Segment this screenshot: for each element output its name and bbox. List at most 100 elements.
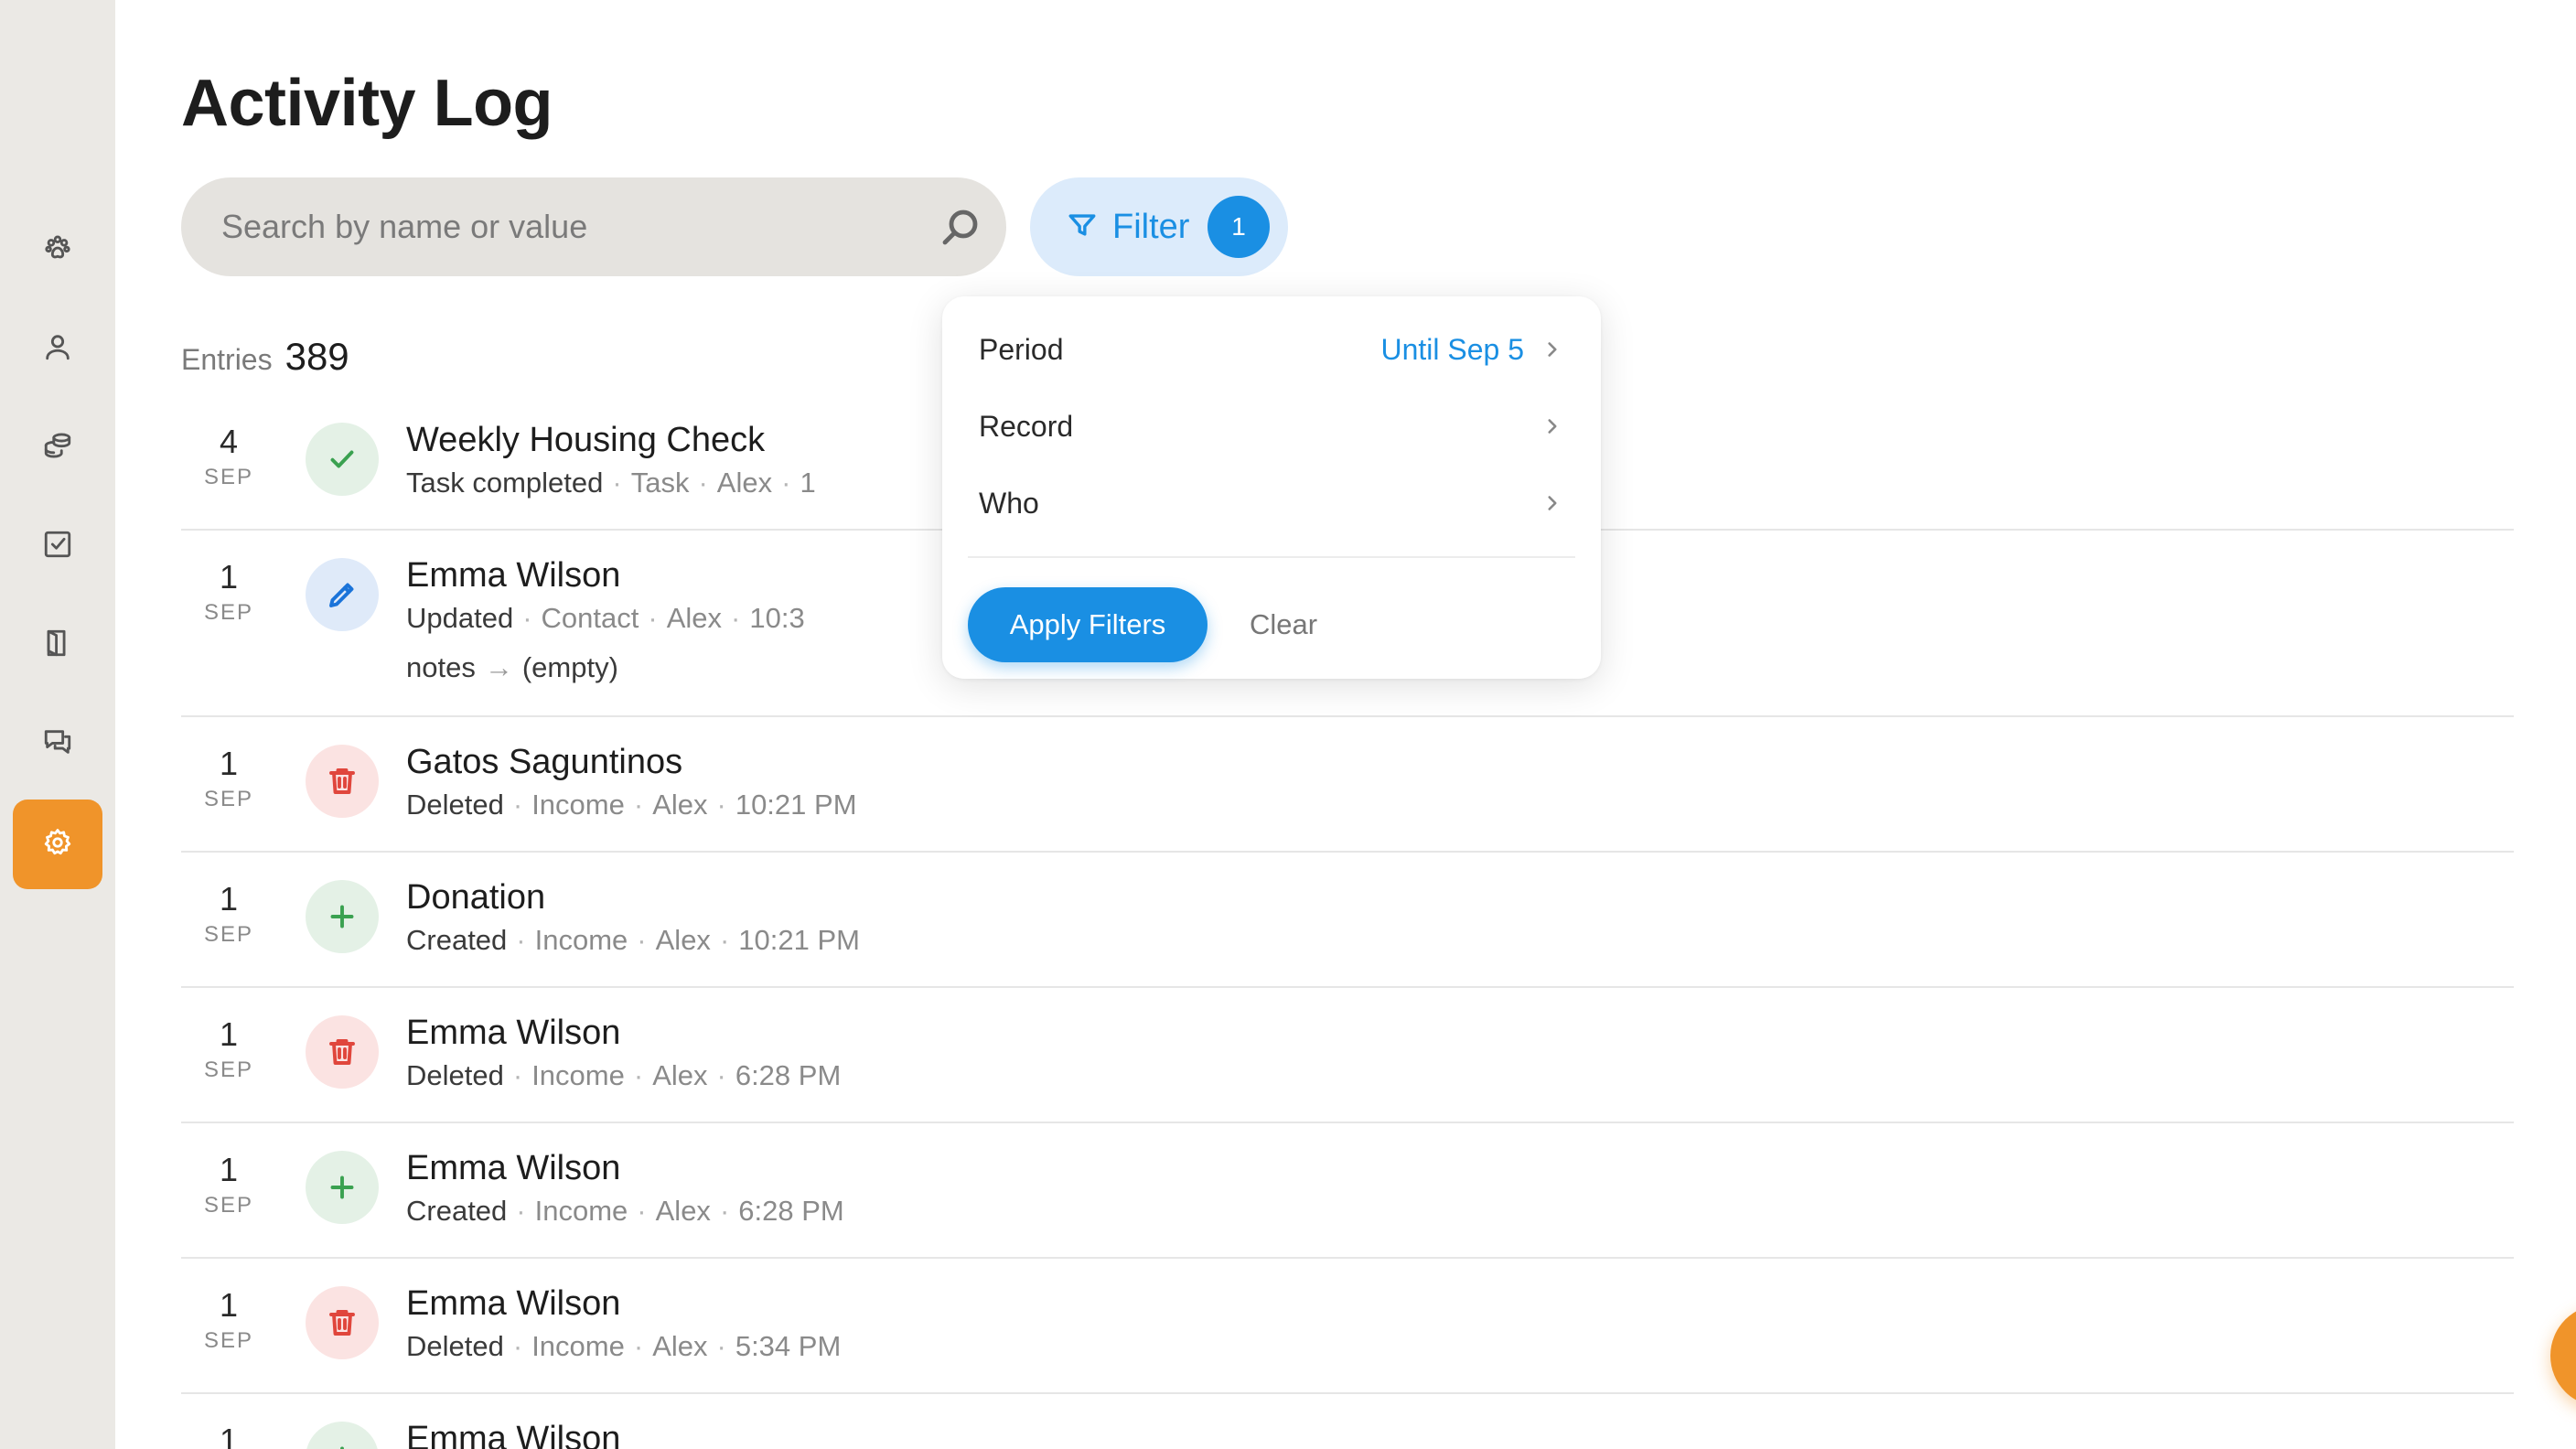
gear-icon [42,827,73,863]
page-title: Activity Log [181,67,553,140]
change-field: notes [406,651,476,683]
apply-filters-button[interactable]: Apply Filters [968,587,1208,662]
entry-title: Emma Wilson [406,1284,621,1323]
list-item[interactable]: 1 Emma Wilson [181,1394,2514,1449]
entry-date: 1 SEP [181,1286,276,1354]
filter-popover: Period Until Sep 5 Record Who Apply Filt… [942,296,1601,679]
entry-action: Created [406,1195,508,1227]
search-icon[interactable] [939,205,982,249]
entry-title: Donation [406,878,546,917]
list-item[interactable]: 1 SEP Gatos Saguntinos Deleted · Income · Al… [181,717,2514,853]
entry-user: Alex [652,789,708,821]
entry-type: Income [534,1195,628,1227]
arrow-right-icon: → [484,651,513,683]
filter-who-row[interactable]: Who [979,476,1564,531]
change-value: (empty) [521,651,618,683]
period-value: Until Sep 5 [1380,332,1524,366]
entry-action: Deleted [406,789,504,821]
entry-action: Deleted [406,1330,504,1362]
date-month: SEP [203,787,254,811]
entry-title: Gatos Saguntinos [406,743,683,781]
entry-action: Updated [406,602,514,634]
date-day: 1 [219,745,239,782]
entry-type: Task [630,467,690,499]
entries-value: 389 [284,335,349,378]
period-label: Period [979,332,1064,366]
entry-meta: Task completed · Task · Alex · 1 [406,467,816,499]
funnel-icon [1067,209,1098,245]
list-item[interactable]: 1 SEP Emma Wilson Deleted · Income · Alex · 5:… [181,1259,2514,1394]
entry-user: Alex [655,924,711,956]
sidebar-item-tasks[interactable] [13,501,102,591]
chat-icon [42,726,73,762]
chevron-right-icon [1540,338,1564,361]
entry-type: Income [531,1330,625,1362]
entry-meta: Deleted · Income · Alex · 6:28 PM [406,1059,842,1091]
entry-user: Alex [655,1195,711,1227]
entry-title: Weekly Housing Check [406,421,766,459]
entry-date: 1 SEP [181,880,276,948]
sidebar [0,0,115,1449]
entry-user: Alex [716,467,773,499]
filter-period-row[interactable]: Period Until Sep 5 [979,322,1564,377]
filter-count-badge: 1 [1208,196,1270,258]
chevron-right-icon [1540,414,1564,438]
filter-button[interactable]: Filter 1 [1030,177,1288,276]
record-label: Record [979,409,1074,443]
check-icon [306,423,379,496]
date-month: SEP [203,1193,254,1218]
plus-icon [306,1151,379,1224]
filter-record-row[interactable]: Record [979,399,1564,454]
entry-title: Emma Wilson [406,556,621,595]
entry-type: Income [534,924,628,956]
trash-icon [306,745,379,818]
paw-icon [42,232,73,268]
date-month: SEP [203,465,254,489]
entry-date: 1 SEP [181,558,276,626]
entry-action: Deleted [406,1059,504,1091]
entry-date: 4 SEP [181,423,276,490]
entry-meta: Deleted · Income · Alex · 10:21 PM [406,789,857,821]
main-content: Activity Log Filter 1 Entries 389 4 SEP [115,0,2576,1449]
list-item[interactable]: 1 SEP Donation Created · Income · Alex · 10:21… [181,853,2514,988]
sidebar-item-finance[interactable] [13,402,102,492]
entry-meta: Updated · Contact · Alex · 10:3 [406,602,805,634]
coins-icon [42,430,73,466]
entry-time: 1 [800,467,816,499]
entry-title: Emma Wilson [406,1149,621,1187]
sidebar-item-messages[interactable] [13,699,102,789]
entry-type: Contact [541,602,639,634]
entries-count: Entries 389 [181,335,349,379]
date-day: 4 [219,423,239,460]
entry-action: Created [406,924,508,956]
entry-type: Income [531,1059,625,1091]
clear-filters-button[interactable]: Clear [1231,587,1336,662]
sidebar-item-settings[interactable] [13,800,102,889]
list-item[interactable]: 1 SEP Emma Wilson Deleted · Income · Alex · 6:… [181,988,2514,1123]
entry-date: 1 [181,1422,276,1449]
search-input[interactable] [221,177,917,276]
date-month: SEP [203,922,254,947]
date-day: 1 [219,1286,239,1324]
sidebar-item-animals[interactable] [13,205,102,295]
date-day: 1 [219,558,239,596]
entry-time: 10:21 PM [735,789,857,821]
app: Activity Log Filter 1 Entries 389 4 SEP [0,0,2576,1449]
entry-time: 10:21 PM [738,924,860,956]
trash-icon [306,1286,379,1359]
sidebar-item-docs[interactable] [13,600,102,690]
plus-icon [306,880,379,953]
date-day: 1 [219,1015,239,1053]
entry-title: Emma Wilson [406,1014,621,1052]
entry-user: Alex [652,1330,708,1362]
entry-change: notes → (empty) [406,651,618,684]
list-item[interactable]: 1 SEP Emma Wilson Created · Income · Alex · 6:… [181,1123,2514,1259]
sidebar-item-contacts[interactable] [13,304,102,393]
who-label: Who [979,486,1039,520]
entry-type: Income [531,789,625,821]
entry-meta: Deleted · Income · Alex · 5:34 PM [406,1330,842,1362]
plus-icon [306,1422,379,1449]
filter-label: Filter [1112,207,1190,246]
search-fab-button[interactable] [2550,1304,2576,1407]
search-bar [181,177,1006,276]
